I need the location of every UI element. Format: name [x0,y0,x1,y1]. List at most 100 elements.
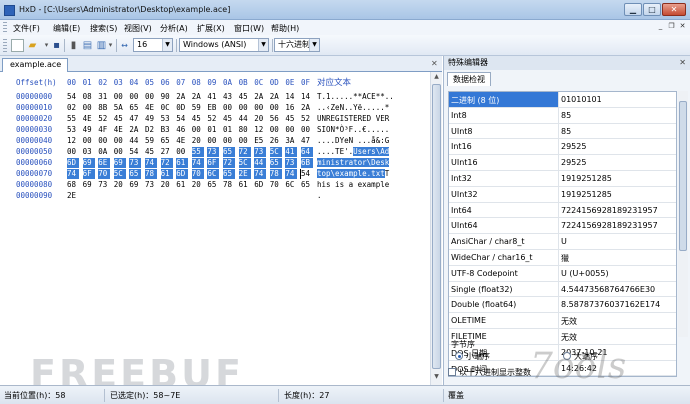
mdi-restore-icon[interactable]: ❐ [667,22,676,31]
minimize-button[interactable]: ▁ [624,3,642,16]
inspector-value[interactable]: 85 [561,127,571,136]
text-row[interactable]: ..‹ZeN..Yë.....* [317,103,389,113]
hex-byte[interactable]: 20 [114,180,126,190]
hex-byte[interactable]: 44 [129,136,141,146]
hex-byte[interactable]: 5C [113,169,126,179]
hex-byte[interactable]: 6D [176,169,189,179]
text-row[interactable]: his is a example [317,180,389,190]
hex-byte[interactable]: 5C [238,158,251,168]
menu-search[interactable]: 搜索(S) [90,23,117,34]
inspector-value[interactable]: 01010101 [561,95,602,104]
charset-select[interactable]: Windows (ANSI) ▼ [179,38,269,52]
inspector-row[interactable]: Double (float64) 8.58787376037162E174 [449,297,676,314]
close-tab-icon[interactable]: ✕ [431,59,438,68]
hex-byte[interactable]: 49 [83,125,95,135]
hex-byte[interactable]: 53 [161,114,173,124]
hex-byte[interactable]: 52 [207,114,219,124]
editor-vertical-scrollbar[interactable]: ▲ ▼ [430,72,442,385]
hex-byte[interactable]: 78 [269,169,282,179]
scroll-up-icon[interactable]: ▲ [432,73,441,83]
close-panel-icon[interactable]: ✕ [679,58,686,67]
text-row[interactable]: UNREGISTERED VER [317,114,389,124]
hex-byte[interactable]: 44 [239,114,251,124]
hex-byte[interactable]: 4E [176,136,188,146]
hex-byte[interactable]: 74 [67,169,79,179]
hex-byte[interactable]: 59 [192,103,204,113]
hex-byte[interactable]: 6D [254,180,266,190]
hex-byte[interactable]: 08 [83,92,95,102]
hex-byte[interactable]: 31 [98,92,110,102]
hex-byte[interactable]: 65 [301,180,313,190]
mdi-close-icon[interactable]: ✕ [678,22,687,31]
hex-byte[interactable]: EB [207,103,219,113]
hex-byte[interactable]: 47 [129,114,141,124]
hex-byte[interactable]: B3 [161,125,173,135]
inspector-value[interactable]: 4.54473568764766E30 [561,285,655,294]
text-row[interactable]: ....TE'.Users\Ad [317,147,390,157]
hex-byte[interactable]: 74 [145,158,157,168]
inspector-value[interactable]: 1919251285 [561,174,612,183]
hex-byte[interactable]: 20 [161,180,173,190]
hex-byte[interactable]: 61 [160,169,173,179]
hex-byte[interactable]: 26 [270,136,282,146]
hex-byte[interactable]: 44 [254,158,267,168]
hex-byte[interactable]: 45 [145,147,157,157]
hex-byte[interactable]: 00 [270,103,282,113]
scroll-down-icon[interactable]: ▼ [432,373,441,383]
hex-byte[interactable]: 5A [114,103,126,113]
hex-byte[interactable]: 2A [129,125,141,135]
hex-byte[interactable]: 00 [301,125,313,135]
hex-byte[interactable]: 12 [254,125,266,135]
hex-byte[interactable]: 00 [145,92,157,102]
hex-byte[interactable]: 4E [114,125,126,135]
hex-byte[interactable]: 70 [191,169,204,179]
hex-byte[interactable]: D2 [145,125,157,135]
hex-byte[interactable]: 73 [285,158,298,168]
text-row[interactable]: top\example.txtT [317,169,389,179]
hex-byte[interactable]: 2A [301,103,313,113]
tab-data-inspector[interactable]: 数据检视 [447,72,491,86]
hex-byte[interactable]: 55 [67,114,79,124]
hex-byte[interactable]: 65 [129,103,141,113]
hex-byte[interactable]: 00 [285,125,297,135]
inspector-row[interactable]: AnsiChar / char8_t U [449,234,676,250]
hex-byte[interactable]: 78 [223,180,235,190]
hex-byte[interactable]: 45 [192,114,204,124]
print-icon[interactable]: ▤ [81,39,94,52]
hex-byte[interactable]: 01 [223,125,235,135]
hex-byte[interactable]: 52 [98,114,110,124]
inspector-value[interactable]: 7224156928189231957 [561,221,658,230]
hex-byte[interactable]: 54 [129,147,141,157]
hex-byte[interactable]: 16 [285,103,297,113]
text-row[interactable]: ministrator\Desk [317,158,390,168]
hex-byte[interactable]: 54 [301,169,313,179]
menu-view[interactable]: 视图(V) [124,23,152,34]
hex-byte[interactable]: 00 [207,136,219,146]
hex-byte[interactable]: 46 [176,125,188,135]
hex-byte[interactable]: 14 [285,92,297,102]
hex-byte[interactable]: 00 [129,92,141,102]
hex-integers-checkbox[interactable]: 以十六进制显示整数 [448,367,531,378]
hex-byte[interactable]: 61 [176,180,188,190]
hex-byte[interactable]: 0D [176,103,188,113]
hex-byte[interactable]: 72 [223,158,235,168]
hex-editor[interactable]: Offset(h) 对应文本 00 01 02 03 04 05 06 07 08 09 0A 0B 0… [0,72,430,385]
hex-byte[interactable]: 52 [301,114,313,124]
hex-byte[interactable]: 3A [285,136,297,146]
hex-byte[interactable]: 49 [145,114,157,124]
inspector-row[interactable]: Int8 85 [449,107,676,124]
hex-byte[interactable]: 47 [301,136,313,146]
hex-byte[interactable]: 74 [254,169,267,179]
hex-byte[interactable]: 73 [207,147,220,157]
hex-byte[interactable]: 65 [161,136,173,146]
little-endian-radio[interactable]: 小端序 [455,351,490,362]
hex-byte[interactable]: 12 [67,136,79,146]
tab-example-ace[interactable]: example.ace [2,58,68,72]
hex-byte[interactable]: 14 [301,92,313,102]
hex-byte[interactable]: 61 [239,180,251,190]
hex-byte[interactable]: 00 [67,147,79,157]
hex-byte[interactable]: 2A [176,92,188,102]
inspector-value[interactable]: U (U+0055) [561,269,609,278]
inspector-row[interactable]: UInt64 7224156928189231957 [449,218,676,235]
hex-byte[interactable]: 65 [129,169,142,179]
